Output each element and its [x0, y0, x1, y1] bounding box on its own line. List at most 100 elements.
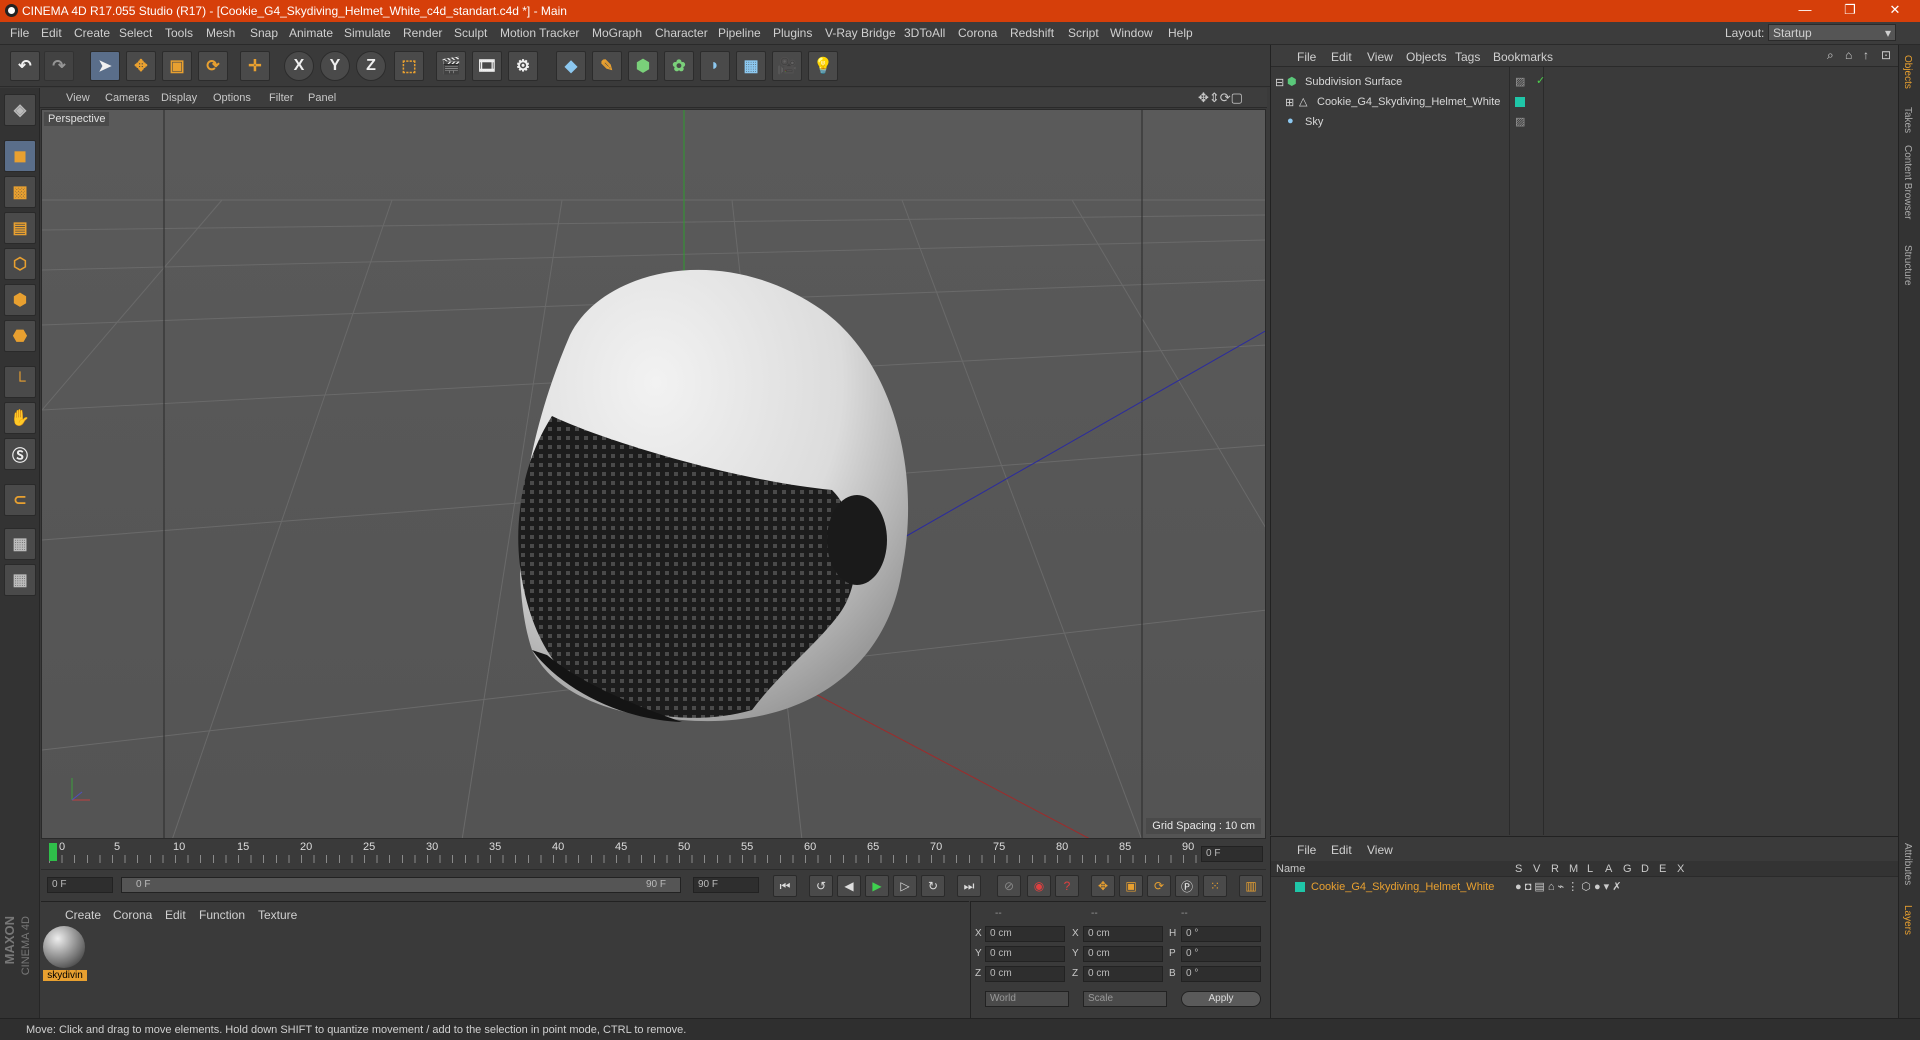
cube-icon[interactable]: ◆ [556, 51, 586, 81]
mat-menu-corona[interactable]: Corona [113, 908, 152, 922]
restore-button[interactable]: ❐ [1838, 2, 1862, 18]
vp-menu-panel[interactable]: Panel [308, 92, 336, 104]
material-swatch[interactable]: skydivin [43, 926, 87, 986]
coord-system-icon[interactable]: ⬚ [394, 51, 424, 81]
tab-content-browser[interactable]: Content Browser [1902, 145, 1913, 219]
menu-help[interactable]: Help [1168, 26, 1193, 40]
tab-structure[interactable]: Structure [1902, 245, 1913, 286]
layer-menu-edit[interactable]: Edit [1331, 843, 1352, 857]
up-arrow-icon[interactable]: ↑ [1863, 48, 1869, 62]
size-x-field[interactable]: 0 cm [1083, 926, 1163, 942]
menu-animate[interactable]: Animate [289, 26, 333, 40]
layer-row[interactable]: Cookie_G4_Skydiving_Helmet_White ● ◘ ▤ ⌂… [1271, 879, 1899, 895]
menu-tools[interactable]: Tools [165, 26, 193, 40]
model-mode-icon[interactable]: ◼ [4, 140, 36, 172]
timeline-window-icon[interactable]: ▥ [1239, 875, 1263, 897]
undo-icon[interactable]: ↶ [10, 51, 40, 81]
transform-icon[interactable]: ✛ [240, 51, 270, 81]
menu-render[interactable]: Render [403, 26, 442, 40]
mat-menu-create[interactable]: Create [65, 908, 101, 922]
tab-objects[interactable]: Objects [1902, 55, 1913, 89]
floor-icon[interactable]: ▦ [736, 51, 766, 81]
go-to-end-icon[interactable]: ⏭ [957, 875, 981, 897]
layer-menu-view[interactable]: View [1367, 843, 1393, 857]
menu-vray-bridge[interactable]: V-Ray Bridge [825, 26, 896, 40]
snap-icon[interactable]: Ⓢ [4, 438, 36, 470]
points-mode-icon[interactable]: ⬡ [4, 248, 36, 280]
rot-h-field[interactable]: 0 ° [1181, 926, 1261, 942]
layer-color-icon[interactable] [1515, 97, 1525, 107]
search-icon[interactable]: ⌕ [1827, 48, 1834, 63]
scale-icon[interactable]: ▣ [162, 51, 192, 81]
rot-p-field[interactable]: 0 ° [1181, 946, 1261, 962]
pos-y-field[interactable]: 0 cm [985, 946, 1065, 962]
menu-mograph[interactable]: MoGraph [592, 26, 642, 40]
vp-menu-filter[interactable]: Filter [269, 92, 293, 104]
pos-z-field[interactable]: 0 cm [985, 966, 1065, 982]
next-key-icon[interactable]: ↻ [921, 875, 945, 897]
tab-attributes[interactable]: Attributes [1902, 843, 1913, 885]
mat-menu-texture[interactable]: Texture [258, 908, 297, 922]
next-frame-icon[interactable]: ▷ [893, 875, 917, 897]
apply-button[interactable]: Apply [1181, 991, 1261, 1007]
vp-menu-cameras[interactable]: Cameras [105, 92, 150, 104]
current-frame-field[interactable]: 0 F [1201, 846, 1263, 862]
subdivision-icon[interactable]: ⬢ [628, 51, 658, 81]
mat-menu-edit[interactable]: Edit [165, 908, 186, 922]
range-slider[interactable]: 0 F 90 F [121, 877, 681, 893]
key-move-icon[interactable]: ✥ [1091, 875, 1115, 897]
layer-flag-icons[interactable]: ● ◘ ▤ ⌂ ⌁ ⋮ ⬡ ● ▾ ✗ [1515, 880, 1621, 893]
vp-menu-display[interactable]: Display [161, 92, 197, 104]
key-rotate-icon[interactable]: ⟳ [1147, 875, 1171, 897]
obj-menu-file[interactable]: File [1297, 50, 1316, 64]
timeline-ruler[interactable]: 0 5 10 15 20 25 30 35 40 45 50 55 60 65 … [41, 839, 1266, 869]
vp-menu-view[interactable]: View [66, 92, 90, 104]
layer-color-icon[interactable] [1295, 882, 1305, 892]
obj-menu-bookmarks[interactable]: Bookmarks [1493, 50, 1553, 64]
move-icon[interactable]: ✥ [126, 51, 156, 81]
menu-create[interactable]: Create [74, 26, 110, 40]
visibility-icon[interactable]: ▨ [1515, 115, 1525, 128]
menu-corona[interactable]: Corona [958, 26, 997, 40]
mat-menu-function[interactable]: Function [199, 908, 245, 922]
end-frame-field[interactable]: 90 F [693, 877, 759, 893]
vp-menu-options[interactable]: Options [213, 92, 251, 104]
menu-script[interactable]: Script [1068, 26, 1099, 40]
select-icon[interactable]: ➤ [90, 51, 120, 81]
axis-mode-icon[interactable]: └ [4, 366, 36, 398]
render-view-icon[interactable]: 🎬 [436, 51, 466, 81]
render-picture-queue-icon[interactable]: 🎞 [472, 51, 502, 81]
viewport-nav-icons[interactable]: ✥⇕⟳▢ [1198, 90, 1243, 106]
start-frame-field[interactable]: 0 F [47, 877, 113, 893]
polygons-mode-icon[interactable]: ⬣ [4, 320, 36, 352]
record-icon[interactable]: ◉ [1027, 875, 1051, 897]
playhead[interactable] [49, 843, 57, 861]
obj-menu-edit[interactable]: Edit [1331, 50, 1352, 64]
object-row-helmet[interactable]: ⊞ △ Cookie_G4_Skydiving_Helmet_White [1271, 93, 1899, 113]
play-icon[interactable]: ▶ [865, 875, 889, 897]
menu-select[interactable]: Select [119, 26, 152, 40]
tweak-mode-icon[interactable]: ✋ [4, 402, 36, 434]
obj-menu-tags[interactable]: Tags [1455, 50, 1480, 64]
texture-mode-icon[interactable]: ▩ [4, 176, 36, 208]
x-axis-icon[interactable]: X [284, 51, 314, 81]
magnet-icon[interactable]: ⊂ [4, 484, 36, 516]
collapse-icon[interactable]: ⊟ [1275, 76, 1284, 89]
tab-takes[interactable]: Takes [1902, 107, 1913, 133]
scale-select[interactable]: Scale [1083, 991, 1167, 1007]
perspective-viewport[interactable]: Perspective Grid Spacing : 10 cm [41, 109, 1266, 839]
key-param-icon[interactable]: Ⓟ [1175, 875, 1199, 897]
expand-icon[interactable]: ⊞ [1285, 96, 1294, 109]
menu-character[interactable]: Character [655, 26, 708, 40]
pos-x-field[interactable]: 0 cm [985, 926, 1065, 942]
enabled-check-icon[interactable]: ✓ [1536, 74, 1545, 87]
menu-pipeline[interactable]: Pipeline [718, 26, 761, 40]
make-editable-icon[interactable]: ◈ [4, 94, 36, 126]
camera-icon[interactable]: 🎥 [772, 51, 802, 81]
menu-sculpt[interactable]: Sculpt [454, 26, 487, 40]
size-y-field[interactable]: 0 cm [1083, 946, 1163, 962]
new-window-icon[interactable]: ⊡ [1881, 48, 1891, 62]
menu-window[interactable]: Window [1110, 26, 1153, 40]
edges-mode-icon[interactable]: ⬢ [4, 284, 36, 316]
deformer-icon[interactable]: ◗ [700, 51, 730, 81]
